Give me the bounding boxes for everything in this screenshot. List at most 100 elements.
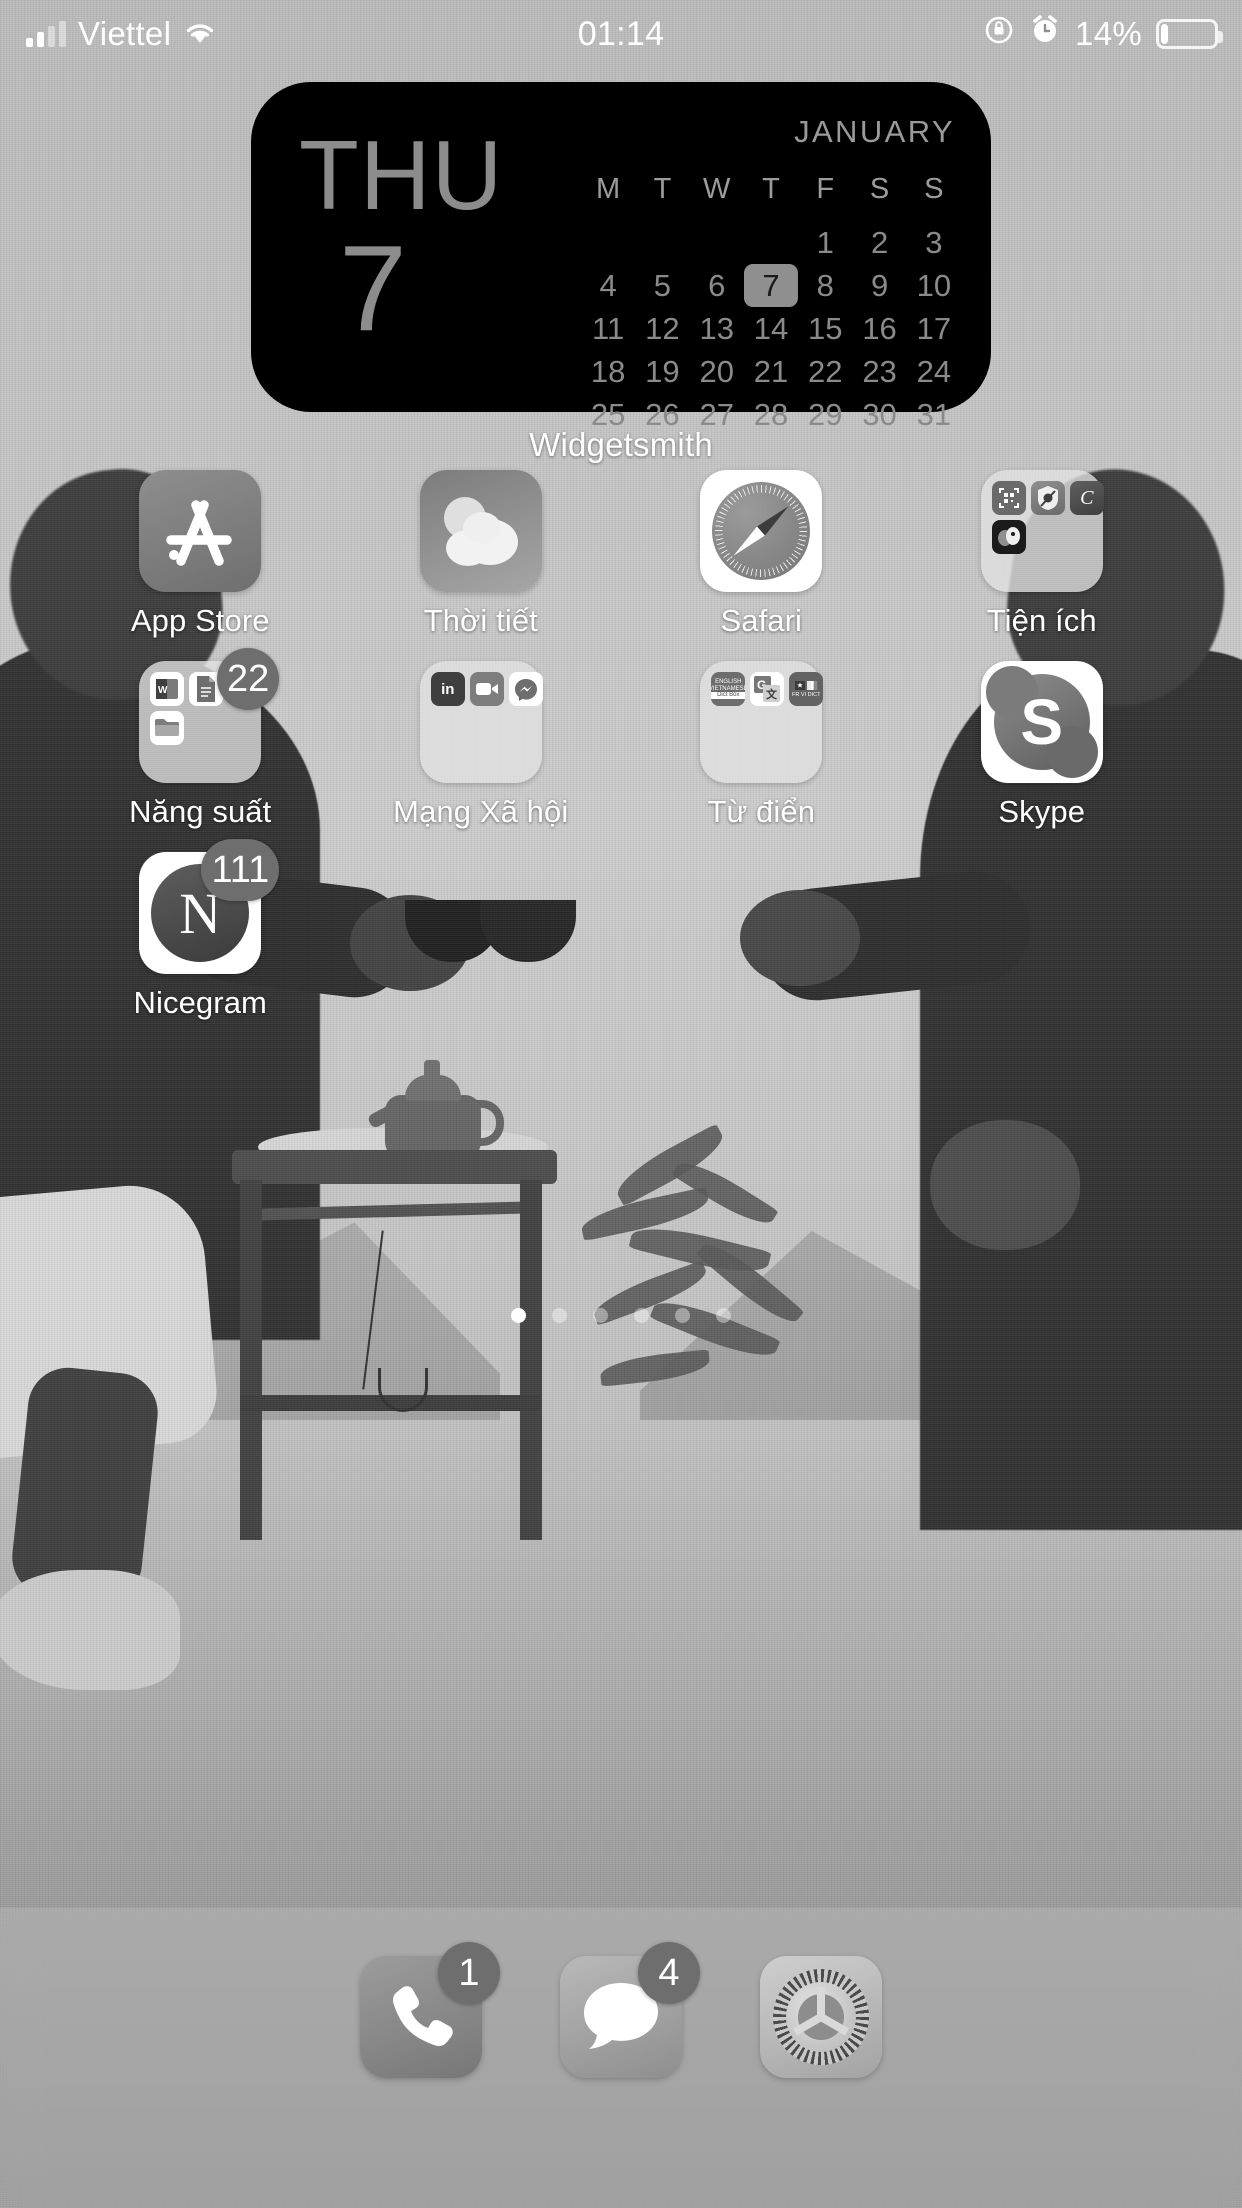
settings-gear-icon[interactable] [760, 1956, 882, 2078]
icon-row-1: App Store Thời tiết Safari C Tiện ích [0, 470, 1242, 639]
widget-day-number: 7 [339, 220, 407, 357]
calendar-day: 30 [862, 397, 897, 432]
battery-icon [1156, 19, 1223, 49]
wallpaper-person-left-shoe [0, 1570, 180, 1690]
empty-slot [902, 852, 1183, 1021]
calendar-day: 29 [808, 397, 843, 432]
dock-item-phone[interactable]: 1 [360, 1942, 500, 2078]
empty-slot [621, 852, 902, 1021]
wallpaper-plant [570, 1123, 830, 1440]
calendar-day-empty [635, 221, 689, 264]
dock: 1 4 [0, 1908, 1242, 2208]
page-dot[interactable] [552, 1308, 567, 1323]
safari-compass-icon[interactable] [700, 470, 823, 592]
widgetsmith-widget-container[interactable]: THU 7 JANUARY M T W T F S S 1 2 3 4 5 6 7 8 9 10 11 12 13 14… [75, 82, 1167, 464]
calendar-day: 24 [916, 354, 952, 389]
app-store-icon[interactable] [139, 470, 262, 592]
battery-percent: 14% [1075, 15, 1142, 52]
app-cell-mang-xa-hoi-folder[interactable]: in Mạng Xã hội [341, 661, 622, 830]
folder-icon[interactable]: ENGLISH VIETNAMESE Dict Box G 文 [700, 661, 824, 783]
app-cell-nicegram[interactable]: 111 N Nicegram [60, 839, 341, 1021]
calendar-day: 11 [592, 311, 625, 346]
folder-icon[interactable]: in [419, 661, 543, 783]
page-dot[interactable] [593, 1308, 608, 1323]
tu-dien-folder-box[interactable]: ENGLISH VIETNAMESE Dict Box G 文 [700, 661, 824, 783]
widget-weekday: THU [299, 120, 504, 230]
calendar-day-empty [690, 221, 744, 264]
calendar-day: 12 [645, 311, 680, 346]
nang-suat-folder-box[interactable]: 22 W [139, 648, 280, 783]
c-app-icon: C [1069, 481, 1104, 515]
calendar-day: 3 [925, 225, 943, 260]
nicegram-icon-box[interactable]: 111 N [139, 839, 280, 974]
dictbox-icon: ENGLISH VIETNAMESE Dict Box [711, 672, 746, 706]
app-cell-tu-dien-folder[interactable]: ENGLISH VIETNAMESE Dict Box G 文 [621, 661, 902, 830]
weather-icon[interactable] [419, 470, 542, 592]
calendar-day: 23 [862, 354, 897, 389]
dictbox-line-1: ENGLISH [715, 678, 742, 685]
calendar-day: 14 [753, 311, 789, 346]
google-translate-icon: G 文 [750, 672, 785, 706]
alarm-clock-icon [1029, 14, 1061, 55]
skype-letter: S [1020, 686, 1064, 758]
app-label: Mạng Xã hội [393, 794, 569, 829]
owl-vpn-icon [991, 520, 1026, 554]
app-cell-weather[interactable]: Thời tiết [341, 470, 622, 639]
dictbox-line-2: VIETNAMESE [711, 685, 745, 692]
zoom-icon [469, 672, 504, 706]
calendar-weekday-header: S [869, 173, 890, 205]
app-label: Nicegram [133, 985, 267, 1020]
dock-item-messages[interactable]: 4 [560, 1942, 700, 2078]
calendar-day: 15 [808, 311, 843, 346]
app-cell-safari[interactable]: Safari [621, 470, 902, 639]
app-label: Thời tiết [423, 603, 538, 638]
app-store-icon-box[interactable] [139, 470, 262, 592]
page-dot[interactable] [675, 1308, 690, 1323]
mang-xa-hoi-folder-box[interactable]: in [419, 661, 543, 783]
messenger-icon [508, 672, 543, 706]
empty-slot [341, 852, 622, 1021]
calendar-weekday-header: T [762, 173, 780, 205]
wallpaper-table-top [232, 1150, 557, 1184]
calendar-day: 2 [870, 225, 889, 260]
calendar-day: 22 [808, 354, 843, 389]
calendar-weekday-header: F [816, 173, 835, 205]
icon-row-2: 22 W Năng suất in Mạng Xã hội ENGLISH IE… [0, 648, 1242, 830]
calendar-weekday-header: M [596, 173, 621, 205]
app-cell-skype[interactable]: S Skype [902, 661, 1183, 830]
calendar-weekday-header: S [924, 173, 944, 205]
dock-row: 1 4 [0, 1908, 1242, 2078]
wallpaper-person-right-hand-lower [930, 1120, 1080, 1250]
page-dot[interactable] [716, 1308, 731, 1323]
app-label: App Store [130, 603, 270, 638]
page-indicator-dots[interactable] [0, 1308, 1242, 1323]
app-label: Safari [720, 603, 803, 638]
app-cell-nang-suat-folder[interactable]: 22 W Năng suất [60, 648, 341, 830]
page-dot[interactable] [634, 1308, 649, 1323]
safari-icon-box[interactable] [700, 470, 823, 592]
skype-icon-box[interactable]: S [980, 661, 1103, 783]
calendar-weekday-header: W [703, 173, 731, 205]
folder-icon[interactable]: C [980, 470, 1104, 592]
app-label: Từ điển [707, 794, 816, 829]
page-dot[interactable] [511, 1308, 526, 1323]
calendar-day: 9 [870, 268, 889, 303]
icon-row-3: 111 N Nicegram [0, 839, 1242, 1021]
weather-icon-box[interactable] [419, 470, 542, 592]
tien-ich-folder-box[interactable]: C [980, 470, 1104, 592]
widget-month-label: JANUARY [794, 114, 955, 149]
calendar-day: 25 [590, 397, 626, 432]
calendar-day-empty [744, 221, 798, 264]
svg-text:文: 文 [766, 687, 778, 701]
calendar-widget[interactable]: THU 7 JANUARY M T W T F S S 1 2 3 4 5 6 7 8 9 10 11 12 13 14… [251, 82, 991, 432]
calendar-weekday-header: T [653, 173, 672, 205]
dock-item-settings[interactable] [760, 1956, 882, 2078]
app-cell-app-store[interactable]: App Store [60, 470, 341, 639]
app-cell-tien-ich-folder[interactable]: C Tiện ích [902, 470, 1183, 639]
wallpaper-table-leg-left [240, 1180, 262, 1540]
linkedin-icon: in [430, 672, 465, 706]
wallpaper-teapot-knob [424, 1060, 440, 1080]
files-icon [150, 711, 185, 745]
skype-icon[interactable]: S [980, 661, 1103, 783]
status-bar-right: 14% [983, 14, 1223, 55]
